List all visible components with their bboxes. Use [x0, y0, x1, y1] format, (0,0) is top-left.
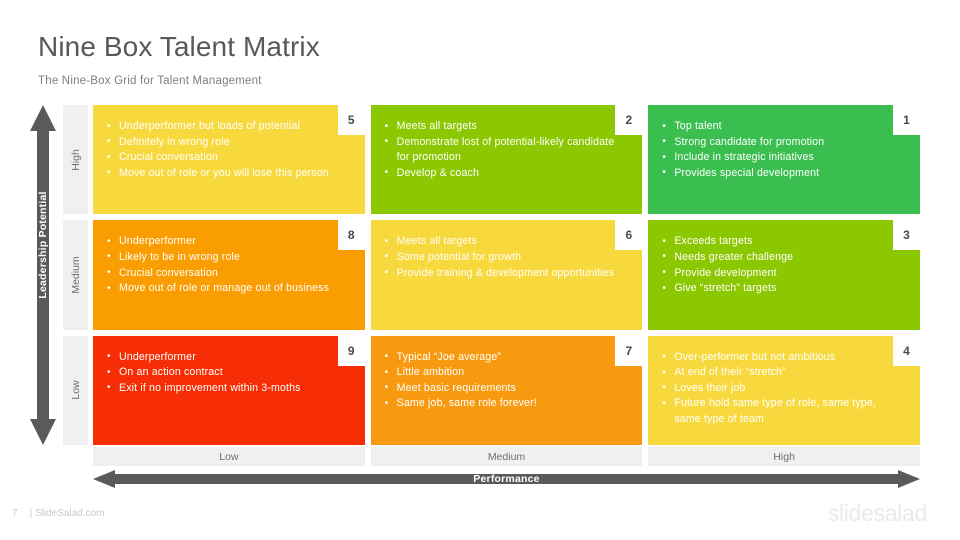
matrix-cell-4[interactable]: 4 Over-performer but not ambitious At en… [648, 335, 920, 445]
cell-bullet-list: Typical “Joe average” Little ambition Me… [383, 349, 627, 412]
list-item: Underperformer [105, 349, 349, 366]
y-tier-high-label: High [69, 148, 82, 171]
matrix-cell-5[interactable]: 5 Underperformer but loads of potential … [93, 105, 365, 215]
cell-bullet-list: Underperformer but loads of potential De… [105, 119, 349, 181]
list-item: Meets all targets [383, 119, 627, 135]
footer-source: | SlideSalad.com [29, 508, 105, 519]
x-tier-high: High [648, 447, 920, 466]
nine-box-matrix: Leadership Potential High Medium Low 5 U… [30, 105, 920, 445]
x-axis-label: Performance [473, 473, 540, 485]
list-item: Likely to be in wrong role [105, 249, 349, 266]
list-item: On an action contract [105, 365, 349, 381]
list-item: Some potential for growth [383, 249, 627, 266]
x-axis-tier-labels: Low Medium High [93, 447, 920, 466]
page-number: 7 [12, 508, 18, 519]
list-item: Crucial conversation [105, 265, 349, 282]
x-tier-medium: Medium [370, 447, 643, 466]
cell-bullet-list: Underperformer Likely to be in wrong rol… [105, 234, 349, 296]
list-item: Meet basic requirements [383, 380, 627, 397]
list-item: Same job, same role forever! [383, 396, 627, 412]
matrix-cell-6[interactable]: 6 Meets all targets Some potential for g… [370, 220, 643, 330]
list-item: Strong candidate for promotion [660, 134, 904, 151]
cell-bullet-list: Meets all targets Demonstrate lost of po… [383, 119, 627, 181]
y-tier-medium-label: Medium [69, 256, 82, 294]
slidesalad-logo: slidesalad [827, 500, 928, 526]
list-item: Include in strategic initiatives [660, 150, 904, 166]
matrix-grid: 5 Underperformer but loads of potential … [93, 105, 920, 445]
x-tier-low: Low [93, 447, 365, 466]
list-item: Definitely in wrong role [105, 134, 349, 151]
footer: 7 | SlideSalad.com [12, 508, 104, 519]
y-tier-low: Low [63, 335, 88, 445]
list-item: Loves their job [660, 380, 904, 397]
list-item: Exceeds targets [660, 234, 904, 250]
matrix-cell-1[interactable]: 1 Top talent Strong candidate for promot… [648, 105, 920, 215]
list-item: Provides special development [660, 165, 904, 182]
cell-bullet-list: Meets all targets Some potential for gro… [383, 234, 627, 281]
y-tier-high: High [63, 105, 88, 215]
list-item: At end of their “stretch” [660, 365, 904, 381]
list-item: Give “stretch” targets [660, 281, 904, 297]
list-item: Move out of role or manage out of busine… [105, 281, 349, 297]
y-tier-medium: Medium [63, 220, 88, 330]
cell-bullet-list: Over-performer but not ambitious At end … [660, 349, 904, 428]
list-item: Underperformer [105, 234, 349, 250]
cell-bullet-list: Top talent Strong candidate for promotio… [660, 119, 904, 181]
list-item: Exit if no improvement within 3-moths [105, 380, 349, 397]
matrix-cell-8[interactable]: 8 Underperformer Likely to be in wrong r… [93, 220, 365, 330]
page-title: Nine Box Talent Matrix [38, 31, 320, 62]
cell-bullet-list: Underperformer On an action contract Exi… [105, 349, 349, 397]
page-subtitle: The Nine-Box Grid for Talent Management [38, 74, 262, 87]
list-item: Underperformer but loads of potential [105, 119, 349, 135]
header: Nine Box Talent Matrix The Nine-Box Grid… [38, 31, 320, 87]
list-item: Over-performer but not ambitious [660, 349, 904, 366]
list-item: Provide training & development opportuni… [383, 265, 627, 282]
list-item: Move out of role or you will lose this p… [105, 165, 349, 182]
list-item: Top talent [660, 119, 904, 135]
list-item: Crucial conversation [105, 150, 349, 166]
matrix-cell-9[interactable]: 9 Underperformer On an action contract E… [93, 335, 365, 445]
y-axis-label: Leadership Potential [37, 191, 49, 299]
list-item: Provide development [660, 265, 904, 282]
list-item: Little ambition [383, 365, 627, 381]
matrix-cell-7[interactable]: 7 Typical “Joe average” Little ambition … [370, 335, 643, 445]
list-item: Typical “Joe average” [383, 349, 627, 366]
list-item: Future hold same type of role, same type… [660, 396, 904, 427]
matrix-cell-3[interactable]: 3 Exceeds targets Needs greater challeng… [648, 220, 920, 330]
list-item: Meets all targets [383, 234, 627, 250]
list-item: Develop & coach [383, 165, 627, 182]
list-item: Needs greater challenge [660, 249, 904, 266]
matrix-cell-2[interactable]: 2 Meets all targets Demonstrate lost of … [370, 105, 643, 215]
y-tier-low-label: Low [69, 380, 82, 400]
cell-bullet-list: Exceeds targets Needs greater challenge … [660, 234, 904, 296]
list-item: Demonstrate lost of potential-likely can… [383, 134, 627, 166]
y-axis-tier-labels: High Medium Low [63, 105, 88, 445]
